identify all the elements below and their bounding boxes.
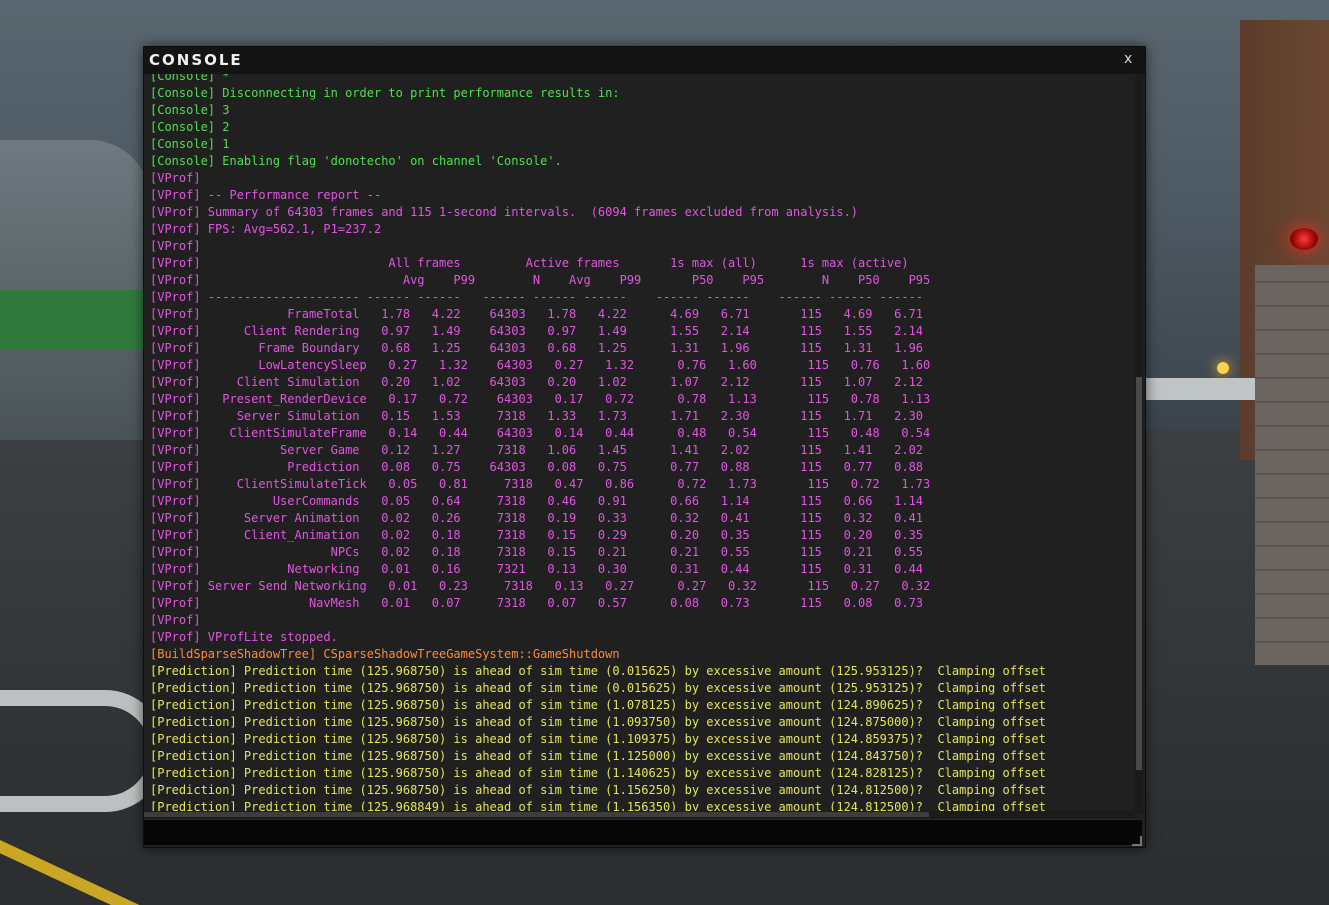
log-line: [VProf] -- Performance report -- — [150, 188, 382, 202]
log-line: [VProf] NavMesh 0.01 0.07 7318 0.07 0.57… — [150, 596, 924, 610]
log-line: [VProf] Prediction 0.08 0.75 64303 0.08 … — [150, 460, 924, 474]
log-line: [VProf] ClientSimulateFrame 0.14 0.44 64… — [150, 426, 931, 440]
log-line: [Console] 2 — [150, 120, 230, 134]
log-line: [Prediction] Prediction time (125.968750… — [150, 715, 1046, 729]
log-line: [VProf] — [150, 239, 201, 253]
console-log[interactable]: [Console] * [Console] Disconnecting in or… — [144, 74, 1134, 814]
log-line: [VProf] Server Simulation 0.15 1.53 7318… — [150, 409, 924, 423]
horizontal-scrollbar-thumb[interactable] — [144, 812, 929, 817]
resize-grip-icon[interactable] — [1132, 836, 1142, 846]
log-line: [VProf] Server Game 0.12 1.27 7318 1.06 … — [150, 443, 924, 457]
log-line: [VProf] Networking 0.01 0.16 7321 0.13 0… — [150, 562, 924, 576]
log-line: [VProf] All frames Active frames 1s max … — [150, 256, 909, 270]
log-line: [Console] * — [150, 74, 230, 83]
log-line: [VProf] Present_RenderDevice 0.17 0.72 6… — [150, 392, 931, 406]
close-button[interactable]: x — [1124, 51, 1132, 67]
background-road-marking — [0, 690, 166, 812]
console-titlebar[interactable]: CONSOLE x — [144, 47, 1145, 74]
log-line: [VProf] Client_Animation 0.02 0.18 7318 … — [150, 528, 924, 542]
console-command-input[interactable] — [144, 819, 1142, 845]
log-line: [VProf] Server Send Networking 0.01 0.23… — [150, 579, 931, 593]
log-line: [VProf] Frame Boundary 0.68 1.25 64303 0… — [150, 341, 924, 355]
log-line: [Console] Disconnecting in order to prin… — [150, 86, 620, 100]
log-line: [VProf] Client Simulation 0.20 1.02 6430… — [150, 375, 924, 389]
log-line: [VProf] --------------------- ------ ---… — [150, 290, 924, 304]
background-yellow-light — [1217, 362, 1229, 374]
background-red-light — [1290, 228, 1318, 250]
log-line: [Prediction] Prediction time (125.968750… — [150, 749, 1046, 763]
log-line: [Console] 3 — [150, 103, 230, 117]
console-window: CONSOLE x [Console] * [Console] Disconnec… — [143, 46, 1146, 848]
log-line: [Prediction] Prediction time (125.968750… — [150, 664, 1046, 678]
log-line: [VProf] FrameTotal 1.78 4.22 64303 1.78 … — [150, 307, 924, 321]
scrollbar-thumb[interactable] — [1136, 377, 1142, 770]
log-line: [Prediction] Prediction time (125.968750… — [150, 783, 1046, 797]
background-brick-pillar — [1255, 265, 1329, 665]
log-line: [Prediction] Prediction time (125.968750… — [150, 681, 1046, 695]
log-line: [VProf] Avg P99 N Avg P99 P50 P95 N P50 … — [150, 273, 931, 287]
log-line: [VProf] Client Rendering 0.97 1.49 64303… — [150, 324, 924, 338]
log-line: [VProf] FPS: Avg=562.1, P1=237.2 — [150, 222, 382, 236]
background-train-stripe — [0, 290, 150, 350]
log-line: [VProf] — [150, 171, 201, 185]
log-line: [VProf] LowLatencySleep 0.27 1.32 64303 … — [150, 358, 931, 372]
background-barrier — [1145, 378, 1255, 400]
log-line: [VProf] NPCs 0.02 0.18 7318 0.15 0.21 0.… — [150, 545, 924, 559]
log-line: [VProf] ClientSimulateTick 0.05 0.81 731… — [150, 477, 931, 491]
console-log-lines: [Console] * [Console] Disconnecting in or… — [150, 74, 1046, 814]
log-line: [VProf] VProfLite stopped. — [150, 630, 338, 644]
log-line: [Console] 1 — [150, 137, 230, 151]
log-line: [VProf] Summary of 64303 frames and 115 … — [150, 205, 859, 219]
log-line: [Prediction] Prediction time (125.968750… — [150, 698, 1046, 712]
console-title: CONSOLE — [149, 51, 243, 69]
log-line: [Prediction] Prediction time (125.968750… — [150, 732, 1046, 746]
log-line: [Prediction] Prediction time (125.968750… — [150, 766, 1046, 780]
vertical-scrollbar[interactable] — [1135, 74, 1143, 814]
log-line: [Console] Enabling flag 'donotecho' on c… — [150, 154, 562, 168]
log-line: [VProf] — [150, 613, 201, 627]
horizontal-scrollbar[interactable] — [144, 811, 1134, 818]
log-line: [BuildSparseShadowTree] CSparseShadowTre… — [150, 647, 620, 661]
log-line: [VProf] UserCommands 0.05 0.64 7318 0.46… — [150, 494, 924, 508]
log-line: [VProf] Server Animation 0.02 0.26 7318 … — [150, 511, 924, 525]
